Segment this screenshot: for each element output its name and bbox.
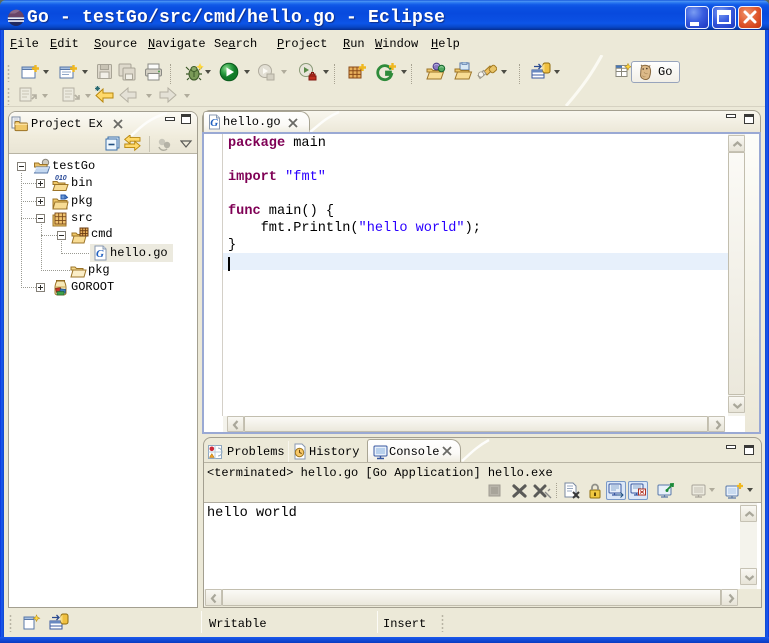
svg-text:G: G — [210, 117, 218, 129]
svg-text:G: G — [96, 248, 104, 260]
svg-text:010: 010 — [55, 175, 67, 182]
